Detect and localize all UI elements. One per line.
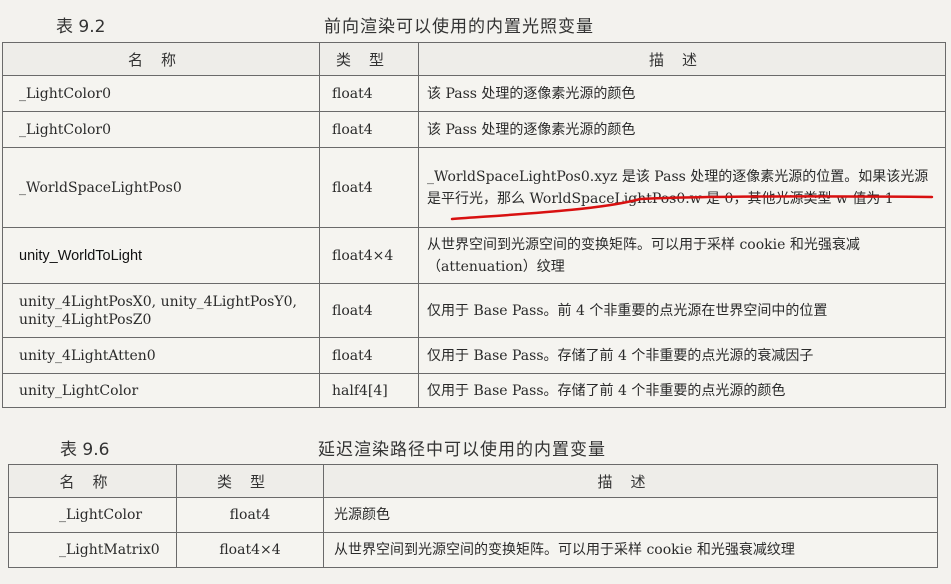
table-row: unity_WorldToLight float4×4 从世界空间到光源空间的变… [2,227,946,284]
cell-name: _LightColor [8,497,177,533]
table-row: unity_4LightAtten0 float4 仅用于 Base Pass。… [2,337,946,374]
table2-caption: 表 9.6 延迟渲染路径中可以使用的内置变量 [60,435,920,460]
cell-description: 光源颜色 [323,497,938,533]
document-page: 表 9.2 前向渲染可以使用的内置光照变量 名称 类型 描述 _LightCol… [0,0,951,584]
table2-number: 表 9.6 [60,440,110,460]
header-type: 类型 [319,42,419,76]
cell-type: float4 [176,497,324,533]
cell-type: float4 [319,75,419,112]
header-type: 类型 [176,464,324,498]
table1-title: 前向渲染可以使用的内置光照变量 [324,17,594,37]
table-row: unity_LightColor half4[4] 仅用于 Base Pass。… [2,373,946,408]
header-name: 名称 [2,42,320,76]
table-header-row: 名称 类型 描述 [8,464,938,498]
cell-name: _WorldSpaceLightPos0 [2,147,320,228]
table-row: _LightColor0 float4 该 Pass 处理的逐像素光源的颜色 [2,111,946,148]
cell-type: float4 [319,111,419,148]
table-row: _LightMatrix0 float4×4 从世界空间到光源空间的变换矩阵。可… [8,532,938,568]
cell-name: unity_4LightPosX0, unity_4LightPosY0, un… [2,283,320,338]
cell-description: 仅用于 Base Pass。前 4 个非重要的点光源在世界空间中的位置 [418,283,946,338]
cell-type: float4×4 [176,532,324,568]
cell-description: 该 Pass 处理的逐像素光源的颜色 [418,111,946,148]
table-row: _WorldSpaceLightPos0 float4 _WorldSpaceL… [2,147,946,228]
cell-description: 从世界空间到光源空间的变换矩阵。可以用于采样 cookie 和光强衰减纹理 [323,532,938,568]
table-forward-lighting-variables: 名称 类型 描述 _LightColor0 float4 该 Pass 处理的逐… [2,42,946,408]
cell-description: 仅用于 Base Pass。存储了前 4 个非重要的点光源的颜色 [418,373,946,408]
table1-caption: 表 9.2 前向渲染可以使用的内置光照变量 [56,12,936,37]
table-row: _LightColor float4 光源颜色 [8,497,938,533]
cell-name: unity_WorldToLight [2,227,320,284]
header-name: 名称 [8,464,177,498]
cell-type: float4×4 [319,227,419,284]
header-description: 描述 [418,42,946,76]
header-description: 描述 [323,464,938,498]
cell-name: _LightMatrix0 [8,532,177,568]
cell-type: float4 [319,283,419,338]
cell-type: float4 [319,337,419,374]
table-row: unity_4LightPosX0, unity_4LightPosY0, un… [2,283,946,338]
table2-title: 延迟渲染路径中可以使用的内置变量 [318,440,606,460]
cell-name: unity_4LightAtten0 [2,337,320,374]
cell-type: float4 [319,147,419,228]
cell-name: _LightColor0 [2,75,320,112]
cell-description: 从世界空间到光源空间的变换矩阵。可以用于采样 cookie 和光强衰减（atte… [418,227,946,284]
cell-description: _WorldSpaceLightPos0.xyz 是该 Pass 处理的逐像素光… [418,147,946,228]
table-deferred-variables: 名称 类型 描述 _LightColor float4 光源颜色 _LightM… [8,464,938,568]
table-header-row: 名称 类型 描述 [2,42,946,76]
cell-name: _LightColor0 [2,111,320,148]
cell-description: 该 Pass 处理的逐像素光源的颜色 [418,75,946,112]
cell-description: 仅用于 Base Pass。存储了前 4 个非重要的点光源的衰减因子 [418,337,946,374]
cell-type: half4[4] [319,373,419,408]
cell-name: unity_LightColor [2,373,320,408]
table-row: _LightColor0 float4 该 Pass 处理的逐像素光源的颜色 [2,75,946,112]
table1-number: 表 9.2 [56,17,106,37]
